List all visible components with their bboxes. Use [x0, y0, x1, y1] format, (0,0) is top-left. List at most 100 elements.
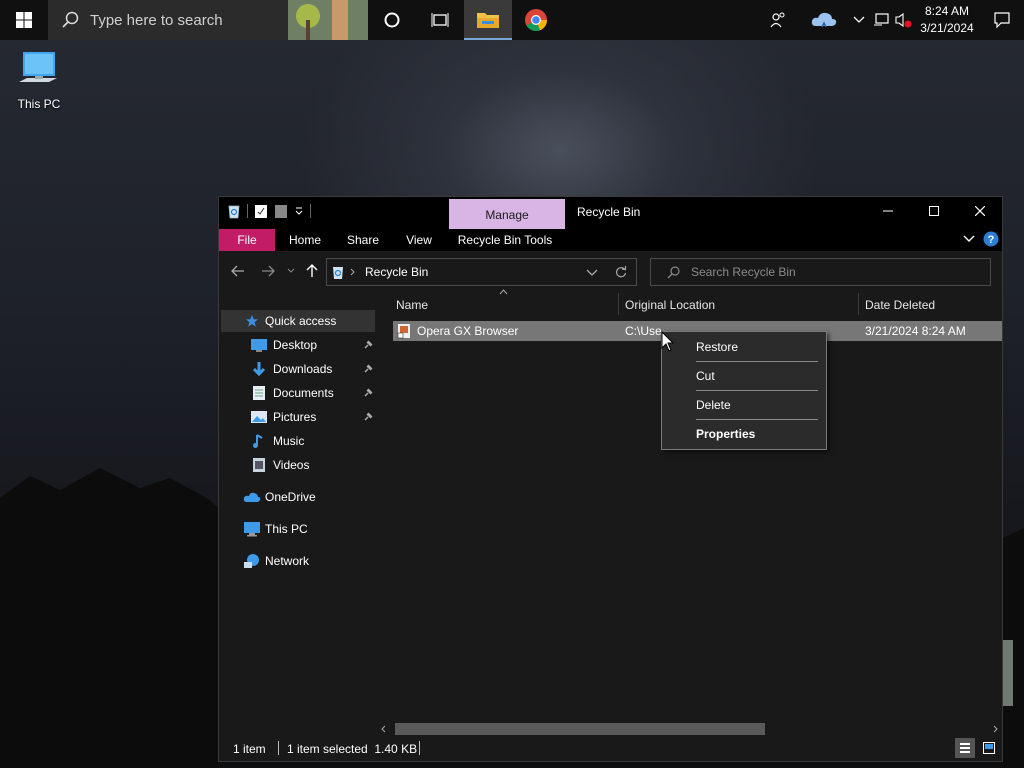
nav-quick-access[interactable]: Quick access: [221, 310, 375, 332]
windows-logo-icon: [16, 12, 32, 28]
cloud-sync-icon: [811, 12, 837, 28]
status-bar: 1 item 1 item selected 1.40 KB: [219, 737, 1002, 761]
menu-item-cut[interactable]: Cut: [663, 363, 825, 389]
column-divider[interactable]: [858, 293, 859, 315]
minimize-button[interactable]: [865, 197, 911, 225]
music-note-icon: [253, 434, 263, 448]
address-history-chevron-icon[interactable]: [586, 269, 598, 277]
pin-icon: [364, 388, 373, 397]
search-recycle-bin-box[interactable]: Search Recycle Bin: [650, 258, 991, 286]
task-view-button[interactable]: [416, 0, 464, 40]
pin-icon: [364, 412, 373, 421]
close-button[interactable]: [957, 197, 1003, 225]
tab-view[interactable]: View: [395, 229, 443, 251]
new-folder-icon[interactable]: [274, 203, 288, 219]
cortana-button[interactable]: [368, 0, 416, 40]
nav-onedrive[interactable]: OneDrive: [243, 486, 375, 508]
column-header-original-location[interactable]: Original Location: [625, 293, 855, 317]
clock-date: 3/21/2024: [920, 21, 974, 35]
column-header-date-deleted[interactable]: Date Deleted: [865, 293, 995, 317]
menu-item-properties[interactable]: Properties: [663, 421, 825, 447]
status-item-count: 1 item: [233, 742, 266, 756]
file-explorer-taskbar-button[interactable]: [464, 0, 512, 40]
network-globe-icon: [244, 554, 259, 568]
tab-manage-contextual[interactable]: Manage: [449, 199, 565, 229]
expand-ribbon-chevron-icon[interactable]: [963, 234, 975, 244]
onedrive-tray-button[interactable]: [800, 0, 848, 40]
nav-item-downloads[interactable]: Downloads: [251, 358, 375, 380]
taskbar-clock[interactable]: 8:24 AM 3/21/2024: [914, 3, 980, 37]
tab-home[interactable]: Home: [281, 229, 329, 251]
breadcrumb-chevron-icon[interactable]: [350, 268, 356, 276]
nav-this-pc[interactable]: This PC: [243, 518, 375, 540]
folder-icon: [477, 13, 499, 28]
nav-item-videos[interactable]: Videos: [251, 454, 375, 476]
qat-divider: [310, 204, 311, 218]
recycle-bin-icon: [228, 205, 240, 219]
show-hidden-icons-button[interactable]: [848, 0, 870, 40]
pin-icon: [364, 340, 373, 349]
tab-share[interactable]: Share: [339, 229, 387, 251]
breadcrumb-recycle-bin[interactable]: Recycle Bin: [365, 265, 428, 279]
vertical-scrollbar-thumb[interactable]: [1003, 640, 1013, 706]
desktop-icon-this-pc[interactable]: This PC: [10, 48, 68, 111]
nav-item-desktop[interactable]: Desktop: [251, 334, 375, 356]
tab-recycle-bin-tools[interactable]: Recycle Bin Tools: [453, 229, 557, 251]
scroll-left-arrow-icon[interactable]: [380, 725, 386, 733]
file-original-location: C:\Use: [625, 324, 662, 338]
title-bar[interactable]: Manage Recycle Bin: [219, 197, 1002, 229]
nav-label: Downloads: [273, 362, 333, 376]
document-icon: [253, 386, 265, 400]
refresh-icon[interactable]: [615, 266, 627, 278]
nav-label: OneDrive: [265, 490, 316, 504]
network-tray-button[interactable]: [870, 0, 892, 40]
recycle-bin-icon: [333, 267, 343, 279]
menu-item-delete[interactable]: Delete: [663, 392, 825, 418]
taskbar-search-box[interactable]: Type here to search: [48, 0, 368, 40]
help-icon[interactable]: ?: [983, 231, 999, 247]
chrome-taskbar-button[interactable]: [512, 0, 560, 40]
scroll-right-arrow-icon[interactable]: [993, 725, 999, 733]
large-icons-view-button[interactable]: [979, 738, 999, 758]
maximize-button[interactable]: [911, 197, 957, 225]
action-center-button[interactable]: [980, 0, 1024, 40]
back-arrow-icon[interactable]: [231, 265, 245, 277]
search-icon: [667, 266, 680, 279]
nav-item-documents[interactable]: Documents: [251, 382, 375, 404]
pin-icon: [364, 364, 373, 373]
customize-qat-dropdown-icon[interactable]: [294, 206, 304, 216]
quick-access-toolbar: [227, 203, 311, 219]
ribbon-tabs: File Home Share View Recycle Bin Tools ?: [219, 229, 1002, 251]
large-icons-view-icon: [983, 742, 995, 754]
start-button[interactable]: [0, 0, 48, 40]
horizontal-scrollbar[interactable]: [377, 721, 1002, 737]
up-arrow-icon[interactable]: [306, 264, 318, 278]
nav-item-pictures[interactable]: Pictures: [251, 406, 375, 428]
speaker-muted-icon: [895, 12, 912, 28]
nav-item-music[interactable]: Music: [251, 430, 375, 452]
forward-arrow-icon[interactable]: [261, 265, 275, 277]
tab-file[interactable]: File: [219, 229, 275, 251]
minimize-icon: [883, 210, 893, 212]
volume-tray-button[interactable]: [892, 0, 914, 40]
nav-label: This PC: [265, 522, 308, 536]
nav-network[interactable]: Network: [243, 550, 375, 572]
column-header-name[interactable]: Name: [396, 293, 616, 317]
task-view-icon: [431, 13, 449, 27]
file-explorer-window: Manage Recycle Bin File Home Share View …: [218, 196, 1003, 762]
mouse-cursor-icon: [661, 331, 675, 352]
nav-label: Videos: [273, 458, 310, 472]
recent-locations-chevron-icon[interactable]: [287, 268, 295, 274]
menu-item-restore[interactable]: Restore: [663, 334, 825, 360]
people-icon: [770, 12, 785, 28]
video-icon: [253, 458, 265, 472]
column-divider[interactable]: [618, 293, 619, 315]
address-bar[interactable]: Recycle Bin: [326, 258, 637, 286]
people-button[interactable]: [756, 0, 800, 40]
properties-icon[interactable]: [254, 203, 268, 219]
search-highlight-illustration: [288, 0, 368, 40]
clock-time: 8:24 AM: [924, 4, 970, 18]
search-icon: [62, 11, 79, 28]
scrollbar-thumb[interactable]: [395, 723, 765, 735]
details-view-button[interactable]: [955, 738, 975, 758]
